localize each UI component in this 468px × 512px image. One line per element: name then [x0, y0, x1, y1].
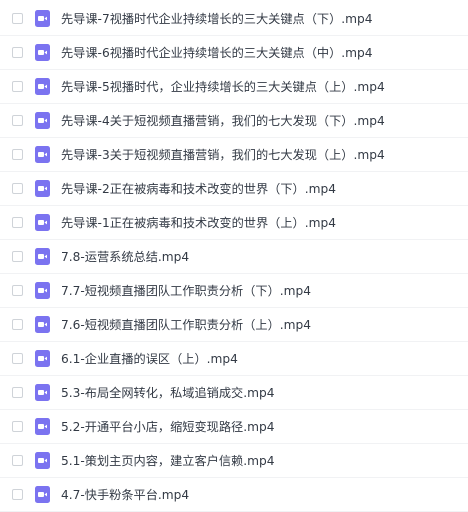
row-checkbox[interactable]	[12, 284, 23, 296]
video-file-icon	[35, 247, 50, 265]
file-row[interactable]: 先导课-7视播时代企业持续增长的三大关键点（下）.mp4	[0, 2, 468, 36]
file-row[interactable]: 6.1-企业直播的误区（上）.mp4	[0, 342, 468, 376]
row-checkbox[interactable]	[12, 182, 23, 194]
file-name[interactable]: 7.6-短视频直播团队工作职责分析（上）.mp4	[61, 317, 311, 333]
video-file-icon	[35, 485, 50, 503]
file-name[interactable]: 5.1-策划主页内容，建立客户信赖.mp4	[61, 453, 274, 469]
file-row[interactable]: 先导课-5视播时代，企业持续增长的三大关键点（上）.mp4	[0, 70, 468, 104]
file-name[interactable]: 7.7-短视频直播团队工作职责分析（下）.mp4	[61, 283, 311, 299]
video-file-icon	[35, 145, 50, 163]
file-row[interactable]: 先导课-1正在被病毒和技术改变的世界（上）.mp4	[0, 206, 468, 240]
file-row[interactable]: 先导课-3关于短视频直播营销，我们的七大发现（上）.mp4	[0, 138, 468, 172]
file-name[interactable]: 先导课-3关于短视频直播营销，我们的七大发现（上）.mp4	[61, 147, 385, 163]
file-name[interactable]: 5.3-布局全网转化，私域追销成交.mp4	[61, 385, 274, 401]
video-file-icon	[35, 315, 50, 333]
file-list: 先导课-7视播时代企业持续增长的三大关键点（下）.mp4 先导课-6视播时代企业…	[0, 0, 468, 512]
row-checkbox[interactable]	[12, 216, 23, 228]
row-checkbox[interactable]	[12, 114, 23, 126]
video-file-icon	[35, 383, 50, 401]
video-file-icon	[35, 9, 50, 27]
file-name[interactable]: 先导课-7视播时代企业持续增长的三大关键点（下）.mp4	[61, 11, 373, 27]
file-name[interactable]: 6.1-企业直播的误区（上）.mp4	[61, 351, 238, 367]
row-checkbox[interactable]	[12, 318, 23, 330]
file-row[interactable]: 7.7-短视频直播团队工作职责分析（下）.mp4	[0, 274, 468, 308]
row-checkbox[interactable]	[12, 12, 23, 24]
video-file-icon	[35, 111, 50, 129]
file-name[interactable]: 先导课-6视播时代企业持续增长的三大关键点（中）.mp4	[61, 45, 373, 61]
video-file-icon	[35, 179, 50, 197]
row-checkbox[interactable]	[12, 420, 23, 432]
row-checkbox[interactable]	[12, 352, 23, 364]
file-row[interactable]: 先导课-4关于短视频直播营销，我们的七大发现（下）.mp4	[0, 104, 468, 138]
file-name[interactable]: 5.2-开通平台小店，缩短变现路径.mp4	[61, 419, 274, 435]
file-name[interactable]: 先导课-4关于短视频直播营销，我们的七大发现（下）.mp4	[61, 113, 385, 129]
row-checkbox[interactable]	[12, 386, 23, 398]
file-name[interactable]: 先导课-5视播时代，企业持续增长的三大关键点（上）.mp4	[61, 79, 385, 95]
file-row[interactable]: 7.6-短视频直播团队工作职责分析（上）.mp4	[0, 308, 468, 342]
video-file-icon	[35, 451, 50, 469]
file-name[interactable]: 4.7-快手粉条平台.mp4	[61, 487, 189, 503]
file-name[interactable]: 先导课-2正在被病毒和技术改变的世界（下）.mp4	[61, 181, 336, 197]
file-row[interactable]: 4.7-快手粉条平台.mp4	[0, 478, 468, 512]
video-file-icon	[35, 281, 50, 299]
video-file-icon	[35, 213, 50, 231]
row-checkbox[interactable]	[12, 46, 23, 58]
video-file-icon	[35, 43, 50, 61]
row-checkbox[interactable]	[12, 488, 23, 500]
row-checkbox[interactable]	[12, 454, 23, 466]
video-file-icon	[35, 417, 50, 435]
file-row[interactable]: 5.1-策划主页内容，建立客户信赖.mp4	[0, 444, 468, 478]
file-row[interactable]: 5.2-开通平台小店，缩短变现路径.mp4	[0, 410, 468, 444]
file-row[interactable]: 先导课-2正在被病毒和技术改变的世界（下）.mp4	[0, 172, 468, 206]
file-row[interactable]: 先导课-6视播时代企业持续增长的三大关键点（中）.mp4	[0, 36, 468, 70]
file-name[interactable]: 7.8-运营系统总结.mp4	[61, 249, 189, 265]
row-checkbox[interactable]	[12, 80, 23, 92]
video-file-icon	[35, 349, 50, 367]
video-file-icon	[35, 77, 50, 95]
row-checkbox[interactable]	[12, 148, 23, 160]
file-row[interactable]: 5.3-布局全网转化，私域追销成交.mp4	[0, 376, 468, 410]
row-checkbox[interactable]	[12, 250, 23, 262]
file-row[interactable]: 7.8-运营系统总结.mp4	[0, 240, 468, 274]
file-name[interactable]: 先导课-1正在被病毒和技术改变的世界（上）.mp4	[61, 215, 336, 231]
